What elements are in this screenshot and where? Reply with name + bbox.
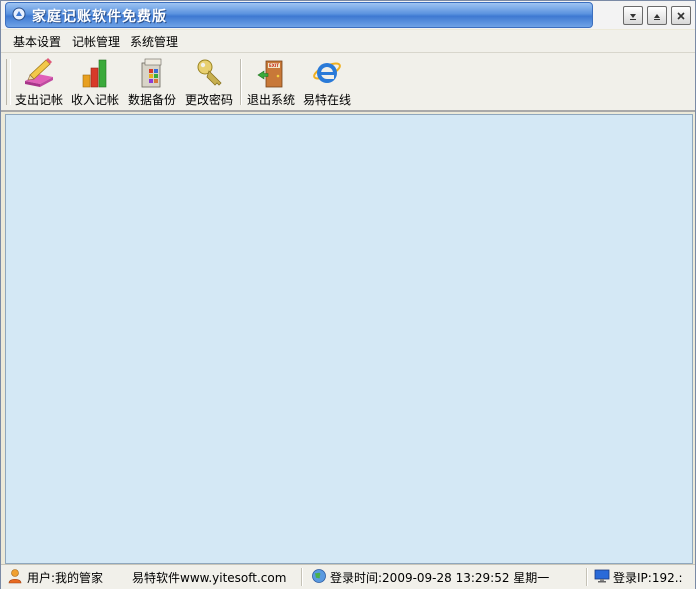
app-logo-icon <box>12 7 26 21</box>
change-password-button[interactable]: 更改密码 <box>183 57 235 107</box>
bar-chart-icon <box>82 59 107 88</box>
exit-door-icon: EXIT <box>257 60 283 88</box>
online-button[interactable]: 易特在线 <box>301 57 353 107</box>
arrow-up-icon <box>654 13 660 20</box>
status-website: 易特软件www.yitesoft.com <box>132 571 287 585</box>
menu-system[interactable]: 系统管理 <box>130 33 178 50</box>
user-icon <box>8 569 22 584</box>
toolbar-label-password: 更改密码 <box>184 93 233 107</box>
window-controls <box>623 6 691 25</box>
key-icon <box>197 59 222 86</box>
main-workspace[interactable] <box>5 114 693 564</box>
status-divider <box>301 568 303 586</box>
status-divider <box>586 568 588 586</box>
income-entry-button[interactable]: 收入记帐 <box>69 57 121 107</box>
monitor-icon <box>594 569 610 583</box>
status-bar: 用户:我的管家 易特软件www.yitesoft.com 登录时间:2009-0… <box>1 564 695 589</box>
exit-system-button[interactable]: EXIT 退出系统 <box>245 57 297 107</box>
status-login-ip: 登录IP:192.: <box>613 571 683 585</box>
menu-basic-settings[interactable]: 基本设置 <box>13 33 61 50</box>
minimize-button[interactable] <box>623 6 643 25</box>
menu-bar: 基本设置 记帐管理 系统管理 <box>1 30 695 53</box>
app-window: 家庭记账软件免费版 基本设置 记帐管理 系统管理 支出记帐 收入记帐 数据备份 … <box>0 0 696 589</box>
database-backup-icon <box>141 58 162 88</box>
toolbar-label-expense: 支出记帐 <box>14 93 63 107</box>
close-icon <box>677 11 685 20</box>
data-backup-button[interactable]: 数据备份 <box>126 57 178 107</box>
maximize-button[interactable] <box>647 6 667 25</box>
status-login-time: 登录时间:2009-09-28 13:29:52 星期一 <box>330 571 550 585</box>
svg-text:EXIT: EXIT <box>269 63 279 68</box>
toolbar-separator <box>240 59 242 105</box>
close-button[interactable] <box>671 6 691 25</box>
status-user: 用户:我的管家 <box>27 571 104 585</box>
title-bar[interactable]: 家庭记账软件免费版 <box>1 1 695 29</box>
title-pill: 家庭记账软件免费版 <box>5 2 593 28</box>
internet-explorer-icon <box>313 62 341 83</box>
toolbar-label-exit: 退出系统 <box>246 93 295 107</box>
globe-icon <box>312 569 326 583</box>
menu-accounting[interactable]: 记帐管理 <box>72 33 120 50</box>
arrow-down-icon <box>630 13 636 20</box>
window-title: 家庭记账软件免费版 <box>32 9 167 25</box>
toolbar-label-income: 收入记帐 <box>70 93 119 107</box>
toolbar: 支出记帐 收入记帐 数据备份 更改密码 EXIT 退出系统 易特在线 <box>1 53 695 112</box>
toolbar-grip[interactable] <box>6 59 11 105</box>
pencil-eraser-icon <box>25 58 53 87</box>
expense-entry-button[interactable]: 支出记帐 <box>13 57 65 107</box>
toolbar-label-backup: 数据备份 <box>127 93 176 107</box>
toolbar-label-online: 易特在线 <box>302 93 351 107</box>
